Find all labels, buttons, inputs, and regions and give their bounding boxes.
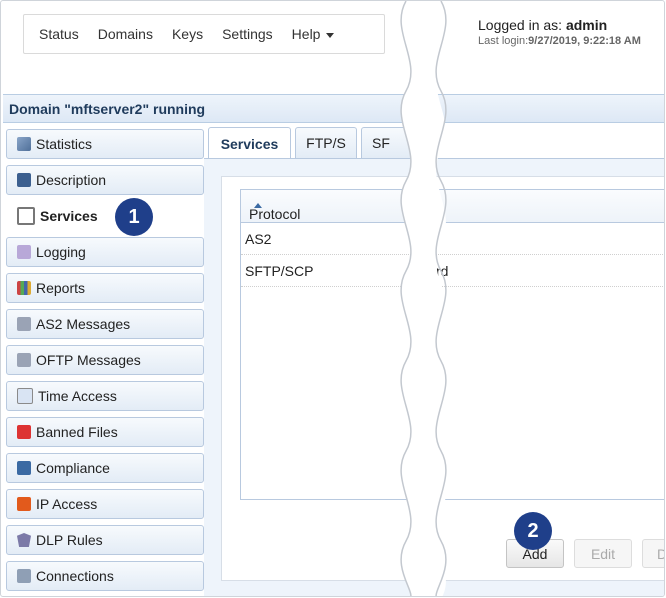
login-prefix: Logged in as: (478, 17, 563, 33)
grid-header-label: Protocol (245, 198, 300, 222)
sidebar-item-label: Logging (36, 244, 86, 260)
last-login-value: 9/27/2019, 9:22:18 AM (528, 35, 641, 47)
dlp-rules-icon (17, 533, 31, 547)
sidebar-item-label: Time Access (38, 388, 117, 404)
nav-settings[interactable]: Settings (222, 26, 273, 42)
services-grid: Protocol AS2 SFTP/SCP rd (240, 189, 664, 500)
step-badge-2: 2 (514, 512, 552, 550)
nav-help[interactable]: Help (292, 26, 335, 42)
sidebar-item-label: Reports (36, 280, 86, 296)
statistics-icon (17, 137, 31, 151)
domain-status-bar: Domain "mftserver2" running (3, 94, 664, 123)
sidebar-item-oftp-messages[interactable]: OFTP Messages (6, 345, 204, 375)
time-access-icon (17, 388, 33, 404)
sort-ascending-icon (254, 202, 262, 208)
nav-help-label: Help (291, 26, 321, 42)
step-badge-1: 1 (115, 198, 153, 236)
protocol-cell: SFTP/SCP (245, 263, 314, 279)
connections-icon (17, 569, 31, 583)
sidebar-item-banned-files[interactable]: Banned Files (6, 417, 204, 447)
tab-sftp[interactable]: SF (361, 127, 421, 158)
sidebar-item-label: Services (40, 208, 98, 224)
edit-button[interactable]: Edit (574, 539, 632, 568)
table-row[interactable]: SFTP/SCP rd (241, 255, 664, 287)
sidebar-item-ip-access[interactable]: IP Access (6, 489, 204, 519)
table-row[interactable]: AS2 (241, 223, 664, 255)
chevron-down-icon (326, 32, 335, 38)
sidebar-item-label: OFTP Messages (36, 352, 141, 368)
services-panel: Protocol AS2 SFTP/SCP rd (204, 159, 664, 596)
login-user: admin (565, 17, 608, 33)
grid-header-protocol[interactable]: Protocol (241, 190, 664, 223)
services-icon (17, 207, 35, 225)
top-navigation: Status Domains Keys Settings Help (23, 14, 385, 54)
domain-status-text: Domain "mftserver2" running (9, 101, 206, 117)
logging-icon (17, 245, 31, 259)
oftp-messages-icon (17, 353, 31, 367)
sidebar-item-statistics[interactable]: Statistics (6, 129, 204, 159)
app-window: Status Domains Keys Settings Help Logged… (0, 0, 665, 597)
sidebar-item-reports[interactable]: Reports (6, 273, 204, 303)
last-login: Last login:9/27/2019, 9:22:18 AM (478, 35, 641, 47)
nav-status[interactable]: Status (39, 26, 79, 42)
sidebar-item-label: AS2 Messages (36, 316, 131, 332)
sidebar-item-services[interactable]: Services (6, 201, 204, 231)
tab-ftps[interactable]: FTP/S (295, 127, 357, 158)
sidebar-item-time-access[interactable]: Time Access (6, 381, 204, 411)
last-login-label: Last login: (478, 35, 529, 47)
protocol-cell: AS2 (245, 231, 272, 247)
sidebar-item-logging[interactable]: Logging (6, 237, 204, 267)
tab-services[interactable]: Services (208, 127, 291, 159)
sidebar-item-label: Connections (36, 568, 114, 584)
sidebar-item-label: Compliance (36, 460, 110, 476)
reports-icon (17, 281, 31, 295)
ip-access-icon (17, 497, 31, 511)
banned-files-icon (17, 425, 31, 439)
sidebar-item-label: Banned Files (36, 424, 118, 440)
logged-in-as: Logged in as: admin (478, 17, 607, 33)
delete-button[interactable]: D (642, 539, 664, 568)
nav-keys[interactable]: Keys (172, 26, 203, 42)
sidebar-item-label: Statistics (36, 136, 93, 152)
as2-messages-icon (17, 317, 31, 331)
sidebar-item-description[interactable]: Description (6, 165, 204, 195)
sidebar-item-label: DLP Rules (36, 532, 103, 548)
sidebar-item-compliance[interactable]: Compliance (6, 453, 204, 483)
sidebar-item-as2-messages[interactable]: AS2 Messages (6, 309, 204, 339)
compliance-icon (17, 461, 31, 475)
sidebar-item-dlp-rules[interactable]: DLP Rules (6, 525, 204, 555)
description-icon (17, 173, 31, 187)
nav-domains[interactable]: Domains (98, 26, 153, 42)
sidebar-item-label: Description (36, 172, 107, 188)
sidebar-item-label: IP Access (36, 496, 98, 512)
protocol-header-text: Protocol (249, 206, 301, 222)
partial-cell: rd (436, 263, 449, 279)
sidebar-item-connections[interactable]: Connections (6, 561, 204, 591)
